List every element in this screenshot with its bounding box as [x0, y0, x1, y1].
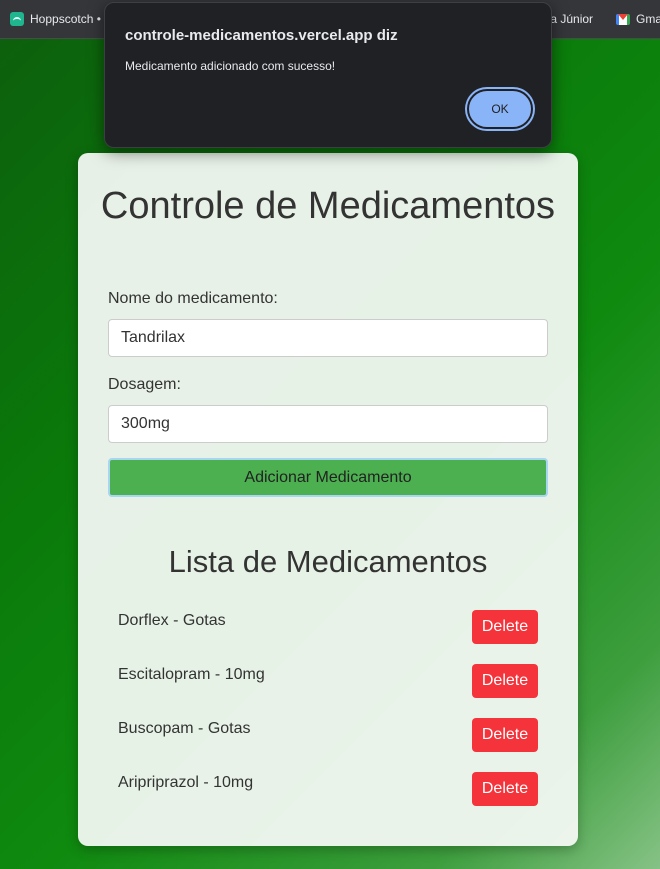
medication-list: Dorflex - Gotas Delete Escitalopram - 10…	[108, 603, 548, 819]
medication-text: Escitalopram - 10mg	[118, 666, 265, 683]
medication-text: Dorflex - Gotas	[118, 612, 226, 629]
medication-card: Controle de Medicamentos Nome do medicam…	[78, 153, 578, 846]
list-item: Buscopam - Gotas Delete	[108, 711, 548, 765]
hoppscotch-icon	[10, 12, 24, 26]
list-title: Lista de Medicamentos	[168, 544, 488, 579]
add-medication-button[interactable]: Adicionar Medicamento	[108, 458, 548, 497]
gmail-icon	[616, 13, 630, 25]
ok-button[interactable]: OK	[467, 89, 533, 129]
delete-button[interactable]: Delete	[472, 664, 538, 698]
dosage-input[interactable]	[108, 405, 548, 443]
bookmark-label: Hoppscotch •	[30, 12, 101, 26]
dialog-message: Medicamento adicionado com sucesso!	[125, 59, 336, 73]
list-item: Escitalopram - 10mg Delete	[108, 657, 548, 711]
medication-text: Aripriprazol - 10mg	[118, 774, 254, 791]
delete-button[interactable]: Delete	[472, 772, 538, 806]
alert-dialog: controle-medicamentos.vercel.app diz Med…	[104, 2, 552, 148]
medication-name-label: Nome do medicamento:	[108, 290, 278, 307]
dosage-label: Dosagem:	[108, 376, 181, 393]
page-title: Controle de Medicamentos	[100, 185, 556, 227]
delete-button[interactable]: Delete	[472, 610, 538, 644]
list-item: Aripriprazol - 10mg Delete	[108, 765, 548, 819]
medication-text: Buscopam - Gotas	[118, 720, 251, 737]
list-item: Dorflex - Gotas Delete	[108, 603, 548, 657]
bookmark-hoppscotch[interactable]: Hoppscotch •	[10, 10, 101, 28]
delete-button[interactable]: Delete	[472, 718, 538, 752]
dialog-title: controle-medicamentos.vercel.app diz	[125, 27, 398, 44]
medication-name-input[interactable]	[108, 319, 548, 357]
bookmark-gmail[interactable]: Gma	[616, 10, 660, 28]
bookmark-label: Gma	[636, 12, 660, 26]
